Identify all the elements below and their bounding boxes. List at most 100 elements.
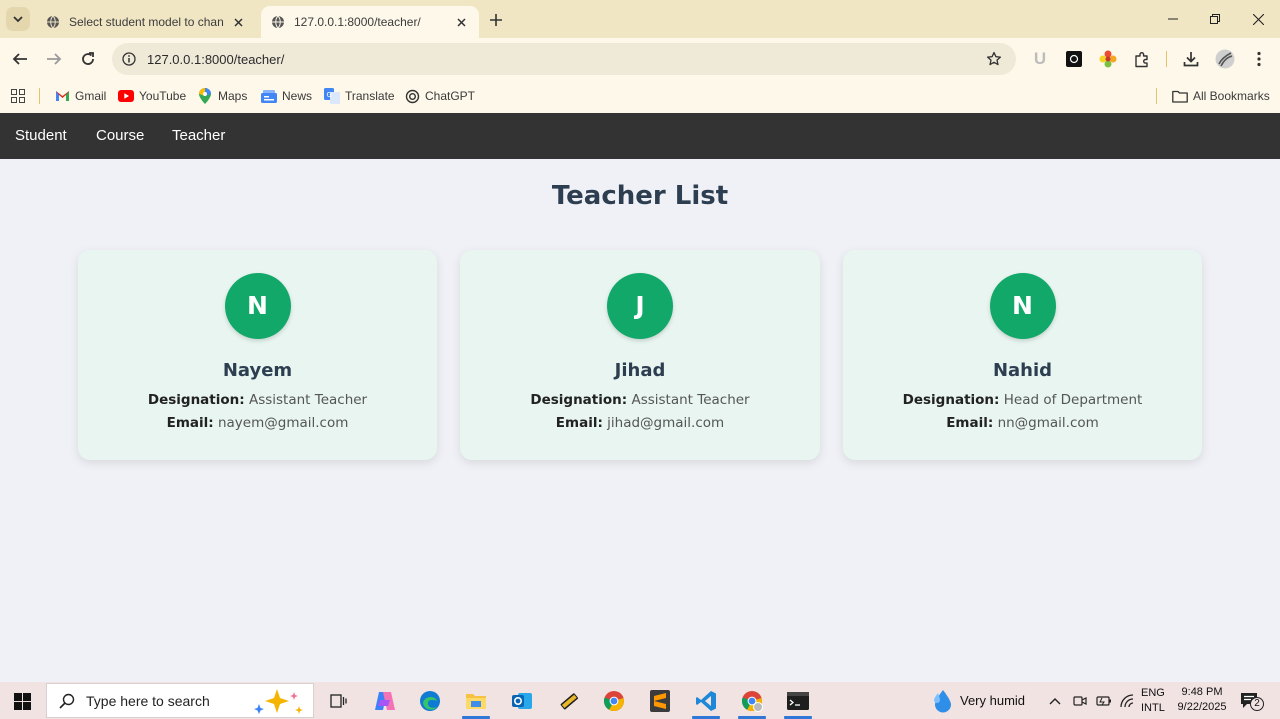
forward-button[interactable]	[42, 47, 66, 71]
bookmark-news[interactable]: News	[261, 86, 312, 106]
teacher-name: Nahid	[992, 360, 1053, 381]
chatgpt-icon	[404, 88, 420, 104]
battery-button[interactable]	[1096, 682, 1112, 719]
chrome-profile-app[interactable]	[734, 685, 770, 719]
address-bar[interactable]: 127.0.0.1:8000/teacher/	[112, 43, 1016, 75]
extension-u-button[interactable]: U	[1030, 49, 1050, 69]
app-ruler[interactable]	[550, 685, 586, 717]
clock-date: 9/22/2025	[1177, 701, 1227, 713]
weather-text: Very humid	[960, 693, 1026, 708]
close-icon	[1252, 13, 1264, 25]
clock-time: 9:48 PM	[1181, 686, 1223, 698]
copilot-app[interactable]	[367, 685, 403, 717]
email-label: Email:	[555, 415, 603, 431]
designation-label: Designation:	[530, 392, 628, 408]
bookmark-translate[interactable]: G Translate	[324, 86, 395, 106]
bookmark-maps[interactable]: Maps	[197, 86, 247, 106]
copilot-icon	[375, 692, 395, 710]
all-bookmarks-button[interactable]: All Bookmarks	[1172, 86, 1270, 106]
svg-text:G: G	[327, 91, 332, 99]
email-value: jihad@gmail.com	[607, 415, 725, 431]
task-view-button[interactable]	[320, 685, 356, 717]
close-window-button[interactable]	[1236, 0, 1280, 38]
show-hidden-icons-button[interactable]	[1049, 682, 1061, 719]
nav-link-teacher[interactable]: Teacher	[172, 113, 225, 159]
tab-teacher[interactable]: 127.0.0.1:8000/teacher/	[261, 6, 479, 38]
close-icon[interactable]	[230, 14, 246, 30]
designation-value: Head of Department	[1003, 392, 1143, 408]
reload-button[interactable]	[76, 47, 100, 71]
minimize-button[interactable]	[1151, 0, 1195, 38]
reload-icon	[82, 52, 94, 65]
designation-label: Designation:	[902, 392, 1000, 408]
bookmarks-bar: Gmail YouTube Maps News G Translate Chat…	[0, 80, 1280, 113]
file-explorer-app[interactable]	[458, 685, 494, 719]
page-title: Teacher List	[551, 181, 729, 211]
vscode-app[interactable]	[688, 685, 724, 719]
extension-flower-icon	[1099, 50, 1117, 68]
nav-link-course[interactable]: Course	[96, 113, 144, 159]
terminal-app[interactable]	[780, 685, 816, 719]
sublime-text-app[interactable]	[642, 685, 678, 717]
chrome-app[interactable]	[596, 685, 632, 717]
new-tab-button[interactable]	[486, 10, 506, 30]
outlook-app[interactable]	[504, 685, 540, 717]
taskbar-search-box[interactable]: Type here to search	[46, 683, 314, 718]
outlook-icon	[512, 693, 532, 709]
keyboard-layout: INTL	[1141, 701, 1165, 714]
network-button[interactable]	[1120, 682, 1136, 719]
downloads-button[interactable]	[1181, 49, 1201, 69]
globe-icon	[47, 15, 59, 29]
email-label: Email:	[166, 415, 214, 431]
chevron-up-icon	[1049, 697, 1061, 704]
bookmark-label: YouTube	[139, 89, 187, 103]
avatar-icon	[1215, 49, 1235, 69]
extensions-button[interactable]	[1132, 49, 1152, 69]
teacher-name: Nayem	[222, 360, 293, 381]
language-indicator[interactable]: ENG INTL	[1141, 682, 1165, 719]
tab-title: Select student model to change | Django …	[69, 15, 224, 29]
ruler-icon	[560, 693, 579, 710]
meet-now-button[interactable]	[1073, 682, 1087, 719]
notifications-button[interactable]: 2	[1240, 682, 1264, 719]
teacher-designation: Designation: Assistant Teacher	[460, 392, 820, 408]
taskbar-clock[interactable]: 9:48 PM 9/22/2025	[1170, 685, 1234, 715]
teacher-card: N Nayem Designation: Assistant Teacher E…	[78, 250, 437, 460]
extension-colorful-button[interactable]	[1098, 49, 1118, 69]
url-text[interactable]: 127.0.0.1:8000/teacher/	[147, 52, 984, 67]
bookmark-chatgpt[interactable]: ChatGPT	[404, 86, 475, 106]
tab-django-admin[interactable]: Select student model to change | Django …	[36, 6, 256, 38]
menu-button[interactable]	[1249, 49, 1269, 69]
translate-icon: G	[324, 88, 340, 104]
start-button[interactable]	[8, 689, 36, 713]
info-icon[interactable]	[121, 51, 137, 67]
windows-logo-icon	[13, 692, 31, 710]
search-icon	[58, 692, 76, 710]
restore-button[interactable]	[1193, 0, 1237, 38]
download-icon	[1183, 52, 1199, 67]
bookmark-youtube[interactable]: YouTube	[118, 86, 186, 106]
weather-widget[interactable]: Very humid	[932, 682, 1025, 719]
sublime-icon	[650, 690, 670, 712]
arrow-left-icon	[12, 53, 27, 65]
plus-icon	[490, 14, 502, 26]
chrome-icon	[741, 691, 763, 712]
bookmark-gmail[interactable]: Gmail	[54, 86, 106, 106]
folder-icon	[1172, 88, 1188, 104]
teacher-email: Email: jihad@gmail.com	[460, 415, 820, 431]
star-icon[interactable]	[984, 49, 1004, 69]
vscode-icon	[696, 691, 716, 711]
close-icon[interactable]	[453, 14, 469, 30]
profile-button[interactable]	[1215, 49, 1235, 69]
email-value: nn@gmail.com	[997, 415, 1099, 431]
back-button[interactable]	[8, 47, 32, 71]
avatar: J	[607, 273, 673, 339]
edge-icon	[420, 691, 440, 711]
globe-icon	[272, 15, 284, 29]
maps-icon	[197, 88, 213, 104]
extension-dark-button[interactable]	[1064, 49, 1084, 69]
apps-button[interactable]	[11, 86, 25, 106]
nav-link-student[interactable]: Student	[15, 113, 67, 159]
edge-app[interactable]	[412, 685, 448, 717]
tab-search-button[interactable]	[6, 7, 30, 31]
